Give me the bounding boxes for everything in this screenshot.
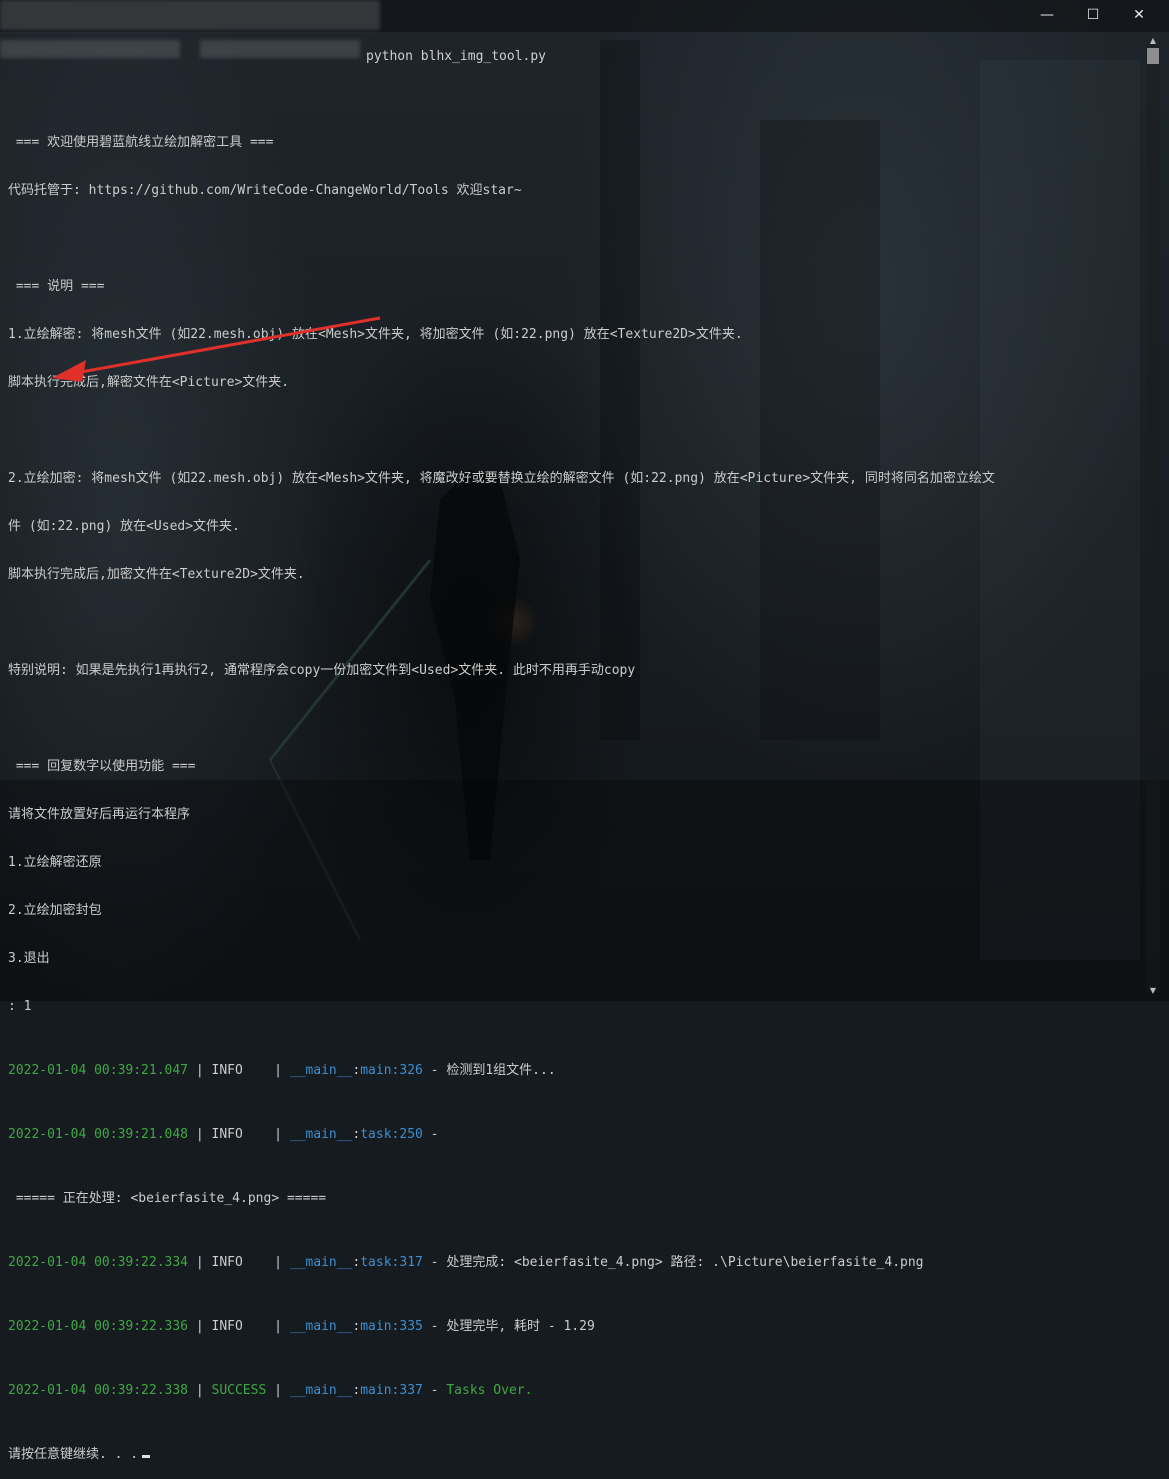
log-separator: | (188, 1127, 212, 1142)
log-level: INFO (211, 1063, 267, 1078)
log-level: INFO (211, 1255, 267, 1270)
log-lineno: :326 (391, 1063, 423, 1078)
log-message: - 处理完毕, 耗时 - 1.29 (422, 1319, 595, 1334)
log-line-success: 2022-01-04 00:39:22.338 | SUCCESS | __ma… (8, 1383, 1140, 1399)
log-lineno: :335 (391, 1319, 423, 1334)
log-line: 2022-01-04 00:39:21.048 | INFO | __main_… (8, 1127, 1140, 1143)
log-message: - (422, 1127, 447, 1142)
log-separator: | (188, 1255, 212, 1270)
log-line: 2022-01-04 00:39:22.334 | INFO | __main_… (8, 1255, 1140, 1271)
log-timestamp: 2022-01-04 00:39:21.048 (8, 1127, 189, 1142)
log-function: main (360, 1383, 392, 1398)
log-lineno: :337 (391, 1383, 423, 1398)
processing-line: ===== 正在处理: <beierfasite_4.png> ===== (8, 1191, 327, 1206)
log-timestamp: 2022-01-04 00:39:22.338 (8, 1383, 189, 1398)
log-separator: | (266, 1255, 290, 1270)
prompt-line[interactable]: 请按任意键继续. . . (8, 1447, 1140, 1463)
log-separator: | (188, 1063, 212, 1078)
press-any-key-prompt: 请按任意键继续. . . (8, 1447, 139, 1462)
log-timestamp: 2022-01-04 00:39:21.047 (8, 1063, 189, 1078)
log-lineno: :317 (391, 1255, 423, 1270)
log-level: INFO (211, 1127, 267, 1142)
log-line: 2022-01-04 00:39:21.047 | INFO | __main_… (8, 1063, 1140, 1079)
log-module: __main__ (289, 1319, 353, 1334)
log-function: task (360, 1255, 392, 1270)
log-separator: | (266, 1383, 290, 1398)
text-cursor (142, 1455, 151, 1458)
scroll-up-icon[interactable]: ▲ (1146, 36, 1160, 46)
log-lineno: :250 (391, 1127, 423, 1142)
log-message: - 检测到1组文件... (422, 1063, 556, 1078)
scroll-down-icon[interactable]: ▼ (1146, 986, 1160, 996)
log-module: __main__ (289, 1255, 353, 1270)
log-separator: | (266, 1063, 290, 1078)
log-line: 2022-01-04 00:39:22.336 | INFO | __main_… (8, 1319, 1140, 1335)
log-level: SUCCESS (211, 1383, 267, 1398)
log-colon: : (352, 1383, 361, 1398)
log-colon: : (352, 1255, 361, 1270)
vertical-scrollbar[interactable] (1146, 44, 1160, 992)
log-function: main (360, 1319, 392, 1334)
log-colon: : (352, 1127, 361, 1142)
annotation-arrow-shaft (69, 316, 381, 376)
log-colon: : (352, 1063, 361, 1078)
log-dash: - (422, 1383, 447, 1398)
log-separator: | (266, 1127, 290, 1142)
user-input-line: : 1 (8, 999, 32, 1014)
log-timestamp: 2022-01-04 00:39:22.334 (8, 1255, 189, 1270)
scrollbar-thumb[interactable] (1147, 48, 1159, 64)
annotation-layer (52, 316, 381, 382)
log-module: __main__ (289, 1383, 353, 1398)
log-function: main (360, 1063, 392, 1078)
log-module: __main__ (289, 1063, 353, 1078)
log-separator: | (266, 1319, 290, 1334)
log-separator: | (188, 1383, 212, 1398)
log-timestamp: 2022-01-04 00:39:22.336 (8, 1319, 189, 1334)
log-module: __main__ (289, 1127, 353, 1142)
log-function: task (360, 1127, 392, 1142)
log-separator: | (188, 1319, 212, 1334)
log-message: - 处理完成: <beierfasite_4.png> 路径: .\Pictur… (422, 1255, 924, 1270)
log-level: INFO (211, 1319, 267, 1334)
annotation-arrow-head (52, 360, 86, 382)
log-colon: : (352, 1319, 361, 1334)
log-message: Tasks Over. (446, 1383, 533, 1398)
